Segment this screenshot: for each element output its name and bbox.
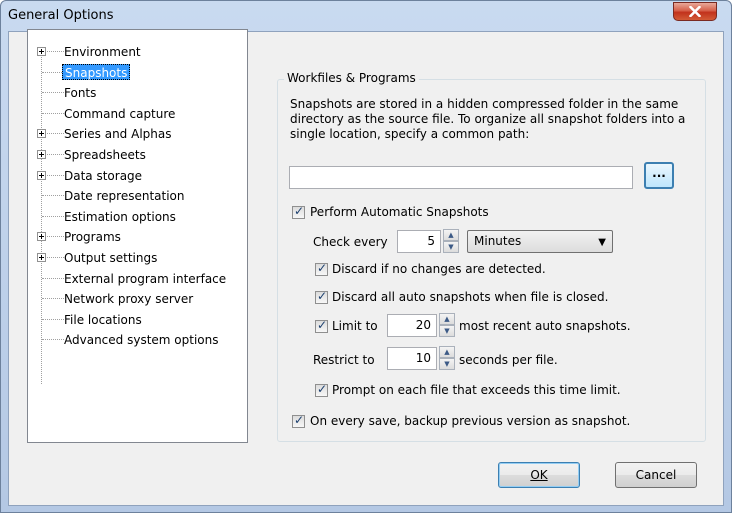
- tree-item-label: Output settings: [64, 251, 158, 265]
- tree-item-snapshots[interactable]: Snapshots: [28, 63, 246, 83]
- expand-plus-icon[interactable]: [37, 171, 46, 180]
- restrict-label: Restrict to: [313, 353, 375, 367]
- check-mark-icon: ✓: [317, 318, 328, 332]
- tree-item-output-settings[interactable]: Output settings: [28, 248, 246, 268]
- discard-on-close-checkbox[interactable]: ✓: [315, 289, 328, 304]
- close-button[interactable]: [673, 2, 717, 21]
- check-interval-spinner[interactable]: ▲ ▼: [443, 229, 459, 253]
- spin-up-icon[interactable]: ▲: [439, 313, 455, 325]
- check-interval-input[interactable]: 5: [397, 230, 441, 253]
- check-mark-icon: ✓: [294, 204, 305, 218]
- spin-up-icon[interactable]: ▲: [439, 346, 455, 358]
- tree-connector-line: [42, 339, 64, 340]
- tree-connector-line: [42, 113, 64, 114]
- limit-checkbox[interactable]: ✓: [315, 318, 328, 333]
- limit-label[interactable]: Limit to: [332, 319, 378, 333]
- perform-auto-label[interactable]: Perform Automatic Snapshots: [310, 205, 489, 219]
- expand-plus-icon[interactable]: [37, 150, 46, 159]
- tree-item-label: Fonts: [64, 86, 97, 100]
- tree-connector-line: [42, 298, 64, 299]
- tree-item-programs[interactable]: Programs: [28, 227, 246, 247]
- discard-on-close-label[interactable]: Discard all auto snapshots when file is …: [332, 290, 608, 304]
- tree-item-label: Environment: [64, 45, 141, 59]
- tree-item-estimation-options[interactable]: Estimation options: [28, 207, 246, 227]
- group-title: Workfiles & Programs: [284, 71, 419, 85]
- tree-item-spreadsheets[interactable]: Spreadsheets: [28, 145, 246, 165]
- restrict-seconds-spinner[interactable]: ▲ ▼: [439, 346, 455, 370]
- spin-down-icon[interactable]: ▼: [439, 358, 455, 370]
- expand-plus-icon[interactable]: [37, 129, 46, 138]
- expand-plus-icon[interactable]: [37, 253, 46, 262]
- tree-item-environment[interactable]: Environment: [28, 42, 246, 62]
- window-title: General Options: [8, 8, 114, 23]
- tree-item-label: File locations: [64, 313, 142, 327]
- tree-item-command-capture[interactable]: Command capture: [28, 104, 246, 124]
- tree-item-label: Estimation options: [64, 210, 176, 224]
- check-mark-icon: ✓: [294, 413, 305, 427]
- tree-item-label: Network proxy server: [64, 292, 194, 306]
- expand-plus-icon[interactable]: [37, 47, 46, 56]
- tree-item-advanced-system-options[interactable]: Advanced system options: [28, 330, 246, 350]
- close-icon: [689, 6, 701, 17]
- tree-connector-line: [42, 72, 64, 73]
- title-bar[interactable]: General Options: [1, 1, 731, 31]
- spin-down-icon[interactable]: ▼: [443, 241, 459, 253]
- snapshot-path-input[interactable]: [289, 166, 633, 189]
- tree-item-label: Data storage: [64, 169, 143, 183]
- prompt-exceed-label[interactable]: Prompt on each file that exceeds this ti…: [332, 383, 621, 397]
- tree-connector-line: [42, 92, 64, 93]
- check-mark-icon: ✓: [317, 382, 328, 396]
- tree-item-file-locations[interactable]: File locations: [28, 310, 246, 330]
- spin-down-icon[interactable]: ▼: [439, 325, 455, 337]
- interval-unit-value: Minutes: [474, 234, 522, 248]
- restrict-seconds-input[interactable]: 10: [387, 347, 437, 370]
- check-mark-icon: ✓: [317, 261, 328, 275]
- tree-item-data-storage[interactable]: Data storage: [28, 166, 246, 186]
- discard-no-changes-checkbox[interactable]: ✓: [315, 261, 328, 276]
- restrict-suffix-label: seconds per file.: [459, 353, 558, 367]
- perform-auto-checkbox[interactable]: ✓: [292, 204, 305, 219]
- check-every-label: Check every: [313, 235, 388, 249]
- tree-item-label: Spreadsheets: [64, 148, 146, 162]
- tree-connector-line: [42, 195, 64, 196]
- tree-connector-line: [42, 278, 64, 279]
- category-tree[interactable]: Environment Snapshots Fonts Command capture…: [27, 29, 248, 443]
- tree-item-label: External program interface: [64, 272, 227, 286]
- cancel-button[interactable]: Cancel: [615, 462, 697, 488]
- prompt-exceed-checkbox[interactable]: ✓: [315, 382, 328, 397]
- tree-item-label: Series and Alphas: [64, 127, 172, 141]
- browse-button[interactable]: ...: [644, 162, 674, 189]
- interval-unit-dropdown[interactable]: Minutes ▼: [467, 230, 613, 253]
- tree-item-fonts[interactable]: Fonts: [28, 83, 246, 103]
- chevron-down-icon: ▼: [598, 237, 606, 248]
- check-mark-icon: ✓: [317, 289, 328, 303]
- tree-item-label: Date representation: [64, 189, 185, 203]
- limit-count-spinner[interactable]: ▲ ▼: [439, 313, 455, 337]
- tree-item-label: Command capture: [64, 107, 176, 121]
- backup-on-save-checkbox[interactable]: ✓: [292, 413, 305, 428]
- tree-item-external-program-interface[interactable]: External program interface: [28, 269, 246, 289]
- discard-no-changes-label[interactable]: Discard if no changes are detected.: [332, 262, 546, 276]
- tree-item-date-representation[interactable]: Date representation: [28, 186, 246, 206]
- limit-suffix-label: most recent auto snapshots.: [459, 319, 631, 333]
- backup-on-save-label[interactable]: On every save, backup previous version a…: [310, 414, 630, 428]
- tree-item-network-proxy-server[interactable]: Network proxy server: [28, 289, 246, 309]
- ok-button[interactable]: OK: [498, 462, 580, 488]
- tree-item-series-and-alphas[interactable]: Series and Alphas: [28, 124, 246, 144]
- snapshot-description: Snapshots are stored in a hidden compres…: [290, 97, 686, 141]
- tree-item-label: Snapshots: [62, 64, 131, 80]
- spin-up-icon[interactable]: ▲: [443, 229, 459, 241]
- tree-connector-line: [42, 216, 64, 217]
- tree-connector-line: [42, 319, 64, 320]
- general-options-dialog: General Options Environment Snapshots Font…: [0, 0, 732, 513]
- tree-item-label: Programs: [64, 230, 121, 244]
- limit-count-input[interactable]: 20: [387, 314, 437, 337]
- expand-plus-icon[interactable]: [37, 232, 46, 241]
- tree-item-label: Advanced system options: [64, 333, 219, 347]
